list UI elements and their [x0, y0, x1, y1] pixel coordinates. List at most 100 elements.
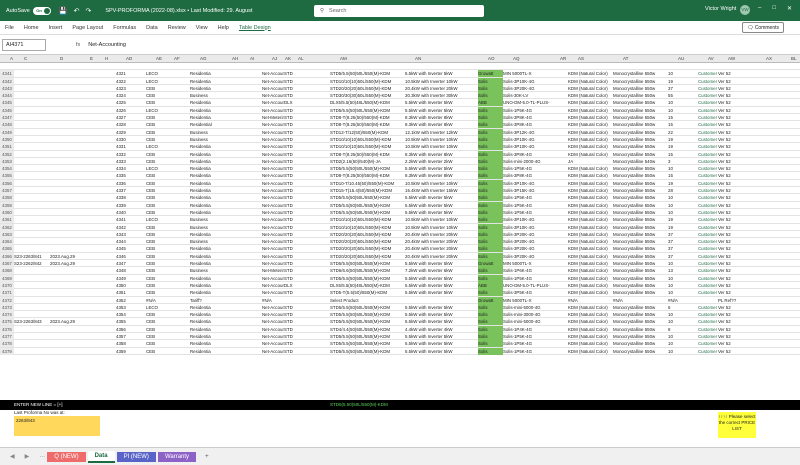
- pv-module-cell[interactable]: KDM (Natural Color): [568, 187, 613, 194]
- provider-cell[interactable]: LECO: [146, 143, 164, 150]
- inverter-cell[interactable]: Solis: [478, 303, 503, 311]
- price-list-cell[interactable]: Ver 52: [718, 165, 756, 172]
- application-cell[interactable]: Customer: [698, 209, 718, 216]
- inverter-cell[interactable]: Solis: [478, 106, 503, 114]
- pv-module-cell[interactable]: KDM (Natural Color): [568, 340, 613, 347]
- menu-home[interactable]: Home: [19, 25, 44, 31]
- structure-cell[interactable]: STD8-T(8.25(50)/550(M)-KDM: [330, 114, 405, 121]
- panel-count-cell[interactable]: 10: [668, 340, 698, 347]
- line-number-cell[interactable]: 4356: [116, 326, 146, 333]
- inverter-cell[interactable]: Solis: [478, 311, 503, 319]
- kw-cell[interactable]: STD: [284, 260, 300, 267]
- pv-module-cell[interactable]: KDM (Natural Color): [568, 114, 613, 121]
- provider-cell[interactable]: CEB: [146, 282, 164, 289]
- application-cell[interactable]: Customer: [698, 304, 718, 311]
- provider-cell[interactable]: LECO: [146, 78, 164, 85]
- panel-count-cell[interactable]: 22: [668, 129, 698, 136]
- net-meter-cell[interactable]: Net-Accounting: [262, 275, 284, 282]
- provider-cell[interactable]: CEB: [146, 158, 164, 165]
- pv-module-cell[interactable]: KDM (Natural Color): [568, 194, 613, 201]
- pv-type-cell[interactable]: Monocrystalline 550w: [613, 78, 668, 85]
- application-cell[interactable]: Customer: [698, 326, 718, 333]
- pv-type-cell[interactable]: Monocrystalline 550w: [613, 326, 668, 333]
- description-cell[interactable]: 30.3kW with Inverter 30kW: [405, 92, 478, 99]
- document-title[interactable]: SPV-PROFORMA (2022-08).xlsx • Last Modif…: [105, 8, 252, 14]
- inverter-model-cell[interactable]: Solis-3P10K-4G: [503, 224, 550, 231]
- structure-cell[interactable]: STD5/5.5(50)50L/550(M)-KDM: [330, 333, 405, 340]
- price-list-cell[interactable]: Ver 52: [718, 180, 756, 187]
- kw-cell[interactable]: STD: [284, 180, 300, 187]
- structure-cell[interactable]: STD6/6.6(50)50L/550(M)-KDM: [330, 267, 405, 274]
- pv-module-cell[interactable]: KDM (Natural Color): [568, 318, 613, 325]
- tariff-cell[interactable]: Residentia: [190, 165, 222, 172]
- net-meter-cell[interactable]: Net-Metering: [262, 267, 284, 274]
- pv-module-cell[interactable]: KDM (Natural Color): [568, 260, 613, 267]
- tariff-cell[interactable]: Residentia: [190, 99, 222, 106]
- net-meter-cell[interactable]: Net-Accounting: [262, 333, 284, 340]
- line-number-cell[interactable]: 4323: [116, 85, 146, 92]
- kw-cell[interactable]: STD: [284, 136, 300, 143]
- undo-icon[interactable]: ↶: [74, 7, 80, 15]
- structure-cell[interactable]: STD20/20(20)50L/550(M)-KDM: [330, 253, 405, 260]
- provider-cell[interactable]: #N/A: [146, 297, 164, 304]
- panel-count-cell[interactable]: 37: [668, 238, 698, 245]
- structure-cell[interactable]: STD5/5.5(50)50L/550(M)-KDM: [330, 260, 405, 267]
- structure-cell[interactable]: STD20/20(20)50L/550(M)-KDM: [330, 238, 405, 245]
- structure-cell[interactable]: STD5/5.5(50)50L/550(M)-KDM: [330, 311, 405, 318]
- description-cell[interactable]: 20.4kW with Inverter 20kW: [405, 238, 478, 245]
- pv-module-cell[interactable]: KDM (Natural Color): [568, 333, 613, 340]
- price-list-cell[interactable]: Ver 52: [718, 245, 756, 252]
- price-list-cell[interactable]: Ver 52: [718, 238, 756, 245]
- panel-count-cell[interactable]: 3: [668, 158, 698, 165]
- pv-module-cell[interactable]: KDM (Natural Color): [568, 107, 613, 114]
- inverter-model-cell[interactable]: Solis-3P20K-4G: [503, 238, 550, 245]
- application-cell[interactable]: Customer: [698, 107, 718, 114]
- column-header-aq[interactable]: AQ: [513, 56, 520, 61]
- column-header-au[interactable]: AU: [678, 56, 684, 61]
- pv-module-cell[interactable]: KDM (Natural Color): [568, 275, 613, 282]
- column-header-c[interactable]: C: [24, 56, 27, 61]
- description-cell[interactable]: 5.5kW with Inverter 5kW: [405, 282, 478, 289]
- column-header-av[interactable]: AV: [708, 56, 714, 61]
- net-meter-cell[interactable]: Net-Accounting: [262, 85, 284, 92]
- tariff-cell[interactable]: Residentia: [190, 187, 222, 194]
- pv-type-cell[interactable]: Monocrystalline 550w: [613, 289, 668, 296]
- row-number[interactable]: 4374: [0, 311, 14, 319]
- line-number-cell[interactable]: 4348: [116, 267, 146, 274]
- inverter-cell[interactable]: Growatt: [478, 70, 503, 78]
- application-cell[interactable]: Customer: [698, 92, 718, 99]
- inverter-model-cell[interactable]: Solis-30K-LV: [503, 92, 550, 99]
- structure-cell[interactable]: STD10/10(10)50L/550(M)-KDM: [330, 216, 405, 223]
- price-list-cell[interactable]: Ver 52: [718, 289, 756, 296]
- tariff-cell[interactable]: Residentia: [190, 260, 222, 267]
- price-list-cell[interactable]: Ver 52: [718, 224, 756, 231]
- tariff-cell[interactable]: Residentia: [190, 245, 222, 252]
- row-number[interactable]: 4345: [0, 99, 14, 107]
- panel-count-cell[interactable]: #N/A: [668, 297, 698, 304]
- kw-cell[interactable]: DLX: [284, 99, 300, 106]
- pv-type-cell[interactable]: Monocrystalline 550w: [613, 143, 668, 150]
- provider-cell[interactable]: CEB: [146, 326, 164, 333]
- kw-cell[interactable]: STD: [284, 78, 300, 85]
- tariff-cell[interactable]: Residentia: [190, 158, 222, 165]
- row-number[interactable]: 4378: [0, 340, 14, 348]
- structure-cell[interactable]: STD5/5.5(50)50L/550(M)-KDM: [330, 194, 405, 201]
- net-meter-cell[interactable]: Net-Accounting: [262, 318, 284, 325]
- kw-cell[interactable]: DLX: [284, 282, 300, 289]
- row-number[interactable]: 4379: [0, 347, 14, 355]
- application-cell[interactable]: Customer: [698, 340, 718, 347]
- application-cell[interactable]: Customer: [698, 253, 718, 260]
- pv-module-cell[interactable]: KDM (Natural Color): [568, 70, 613, 77]
- row-number[interactable]: 4366: [0, 252, 14, 260]
- column-header-aw[interactable]: AW: [728, 56, 735, 61]
- application-cell[interactable]: Customer: [698, 194, 718, 201]
- kw-cell[interactable]: STD: [284, 92, 300, 99]
- provider-cell[interactable]: CEB: [146, 209, 164, 216]
- inverter-model-cell[interactable]: Solis-3P20K-4G: [503, 245, 550, 252]
- row-number[interactable]: 4362: [0, 223, 14, 231]
- pv-module-cell[interactable]: KDM (Natural Color): [568, 311, 613, 318]
- date-cell[interactable]: 2023.Aug.29: [50, 253, 80, 260]
- provider-cell[interactable]: CEB: [146, 260, 164, 267]
- column-header-a[interactable]: A: [10, 56, 13, 61]
- price-list-cell[interactable]: Ver 52: [718, 114, 756, 121]
